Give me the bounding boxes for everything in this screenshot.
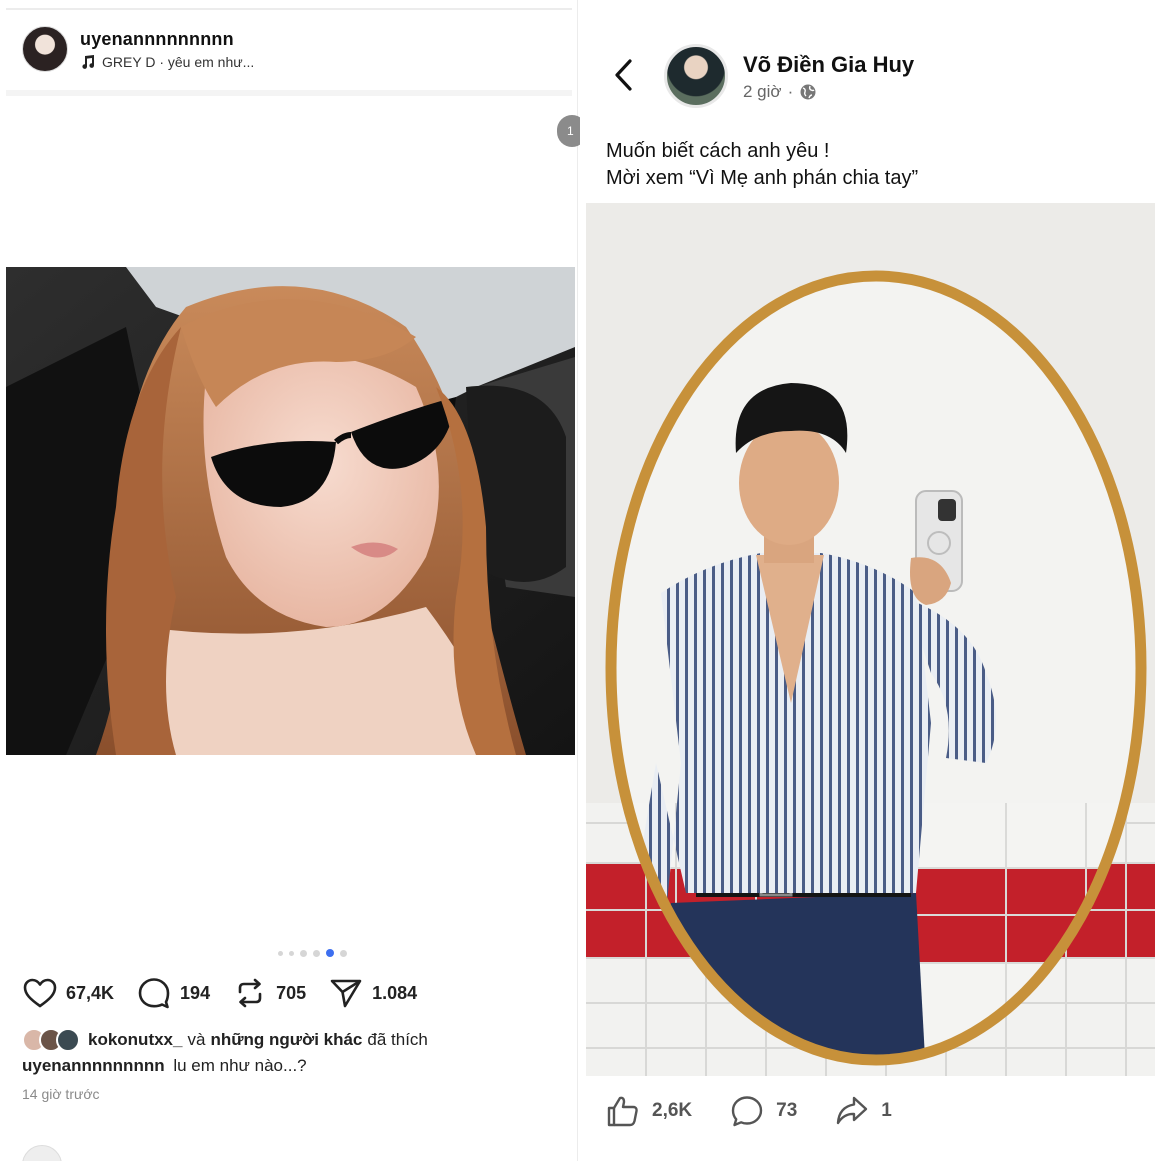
comment-icon <box>731 1096 763 1127</box>
avatar[interactable] <box>22 26 68 72</box>
username[interactable]: uyenannnnnnnnn <box>80 29 254 50</box>
like-count: 67,4K <box>66 982 115 1003</box>
back-arrow-icon[interactable] <box>610 55 638 95</box>
liked-by-suffix: đã thích <box>367 1030 428 1049</box>
selfie-in-car-image <box>6 267 575 755</box>
carousel-dot <box>289 950 294 956</box>
globe-icon <box>800 84 816 100</box>
liked-by-connector: và <box>187 1030 206 1049</box>
music-info[interactable]: GREY D · yêu em như... <box>80 54 254 70</box>
heart-icon <box>23 978 57 1008</box>
post-caption: uyenannnnnnnnn lu em như nào...? <box>22 1056 307 1076</box>
post-time: 2 giờ <box>743 82 782 101</box>
post-text-line: Mời xem “Vì Mẹ anh phán chia tay” <box>606 167 919 189</box>
music-note-icon <box>82 54 95 69</box>
carousel-dot <box>300 949 307 957</box>
share-arrow-icon <box>837 1096 868 1125</box>
avatar[interactable] <box>664 44 728 108</box>
action-bar: 67,4K 194 705 1.084 <box>22 975 439 1011</box>
post-text-line: Muốn biết cách anh yêu ! <box>606 140 830 162</box>
comment-count: 73 <box>776 1100 798 1121</box>
post-timestamp: 14 giờ trước <box>22 1086 100 1102</box>
like-count: 2,6K <box>652 1100 693 1121</box>
share-button[interactable]: 1.084 <box>328 975 417 1011</box>
share-count: 1.084 <box>372 982 418 1003</box>
caption-text: lu em như nào...? <box>173 1056 307 1075</box>
divider <box>6 8 572 10</box>
comment-icon <box>138 978 170 1009</box>
mirror-selfie-image <box>586 203 1155 1076</box>
avatar[interactable] <box>22 1145 62 1161</box>
post-photo[interactable] <box>6 267 575 755</box>
left-post-panel: uyenannnnnnnnn GREY D · yêu em như... 1 <box>0 0 587 1161</box>
caption-username[interactable]: uyenannnnnnnnn <box>22 1056 165 1075</box>
post-photo[interactable] <box>586 203 1155 1076</box>
liked-by-row[interactable]: kokonutxx_ và những người khác đã thích <box>22 1028 428 1052</box>
thumbs-up-icon <box>607 1096 638 1127</box>
author-name[interactable]: Võ Điền Gia Huy <box>743 52 914 78</box>
avatar <box>56 1028 80 1052</box>
carousel-dots <box>278 949 347 957</box>
share-count: 1 <box>881 1100 892 1121</box>
like-button[interactable]: 67,4K <box>22 975 114 1011</box>
comment-count: 194 <box>180 982 211 1003</box>
carousel-dot <box>340 949 347 957</box>
liked-by-others[interactable]: những người khác <box>210 1030 362 1050</box>
repost-button[interactable]: 705 <box>232 975 306 1011</box>
divider <box>6 90 572 96</box>
share-button[interactable]: 1 <box>835 1094 892 1128</box>
comment-button[interactable]: 73 <box>730 1094 797 1128</box>
liked-by-user[interactable]: kokonutxx_ <box>88 1030 182 1050</box>
repost-count: 705 <box>276 982 307 1003</box>
carousel-dot <box>326 949 334 957</box>
post-meta: 2 giờ · <box>743 82 817 102</box>
carousel-dot <box>278 950 283 956</box>
action-bar: 2,6K 73 1 <box>606 1094 930 1128</box>
liked-avatars <box>22 1028 80 1052</box>
post-header: uyenannnnnnnnn GREY D · yêu em như... <box>22 26 254 72</box>
music-label: GREY D · yêu em như... <box>102 53 255 70</box>
right-post-panel: Võ Điền Gia Huy 2 giờ · Muốn biết cách a… <box>580 0 1161 1161</box>
post-text: Muốn biết cách anh yêu ! Mời xem “Vì Mẹ … <box>606 138 918 192</box>
carousel-dot <box>313 949 320 957</box>
repost-icon <box>238 978 262 1008</box>
send-icon <box>330 979 362 1008</box>
meta-separator: · <box>787 82 794 101</box>
like-button[interactable]: 2,6K <box>606 1094 692 1128</box>
comment-button[interactable]: 194 <box>136 975 210 1011</box>
